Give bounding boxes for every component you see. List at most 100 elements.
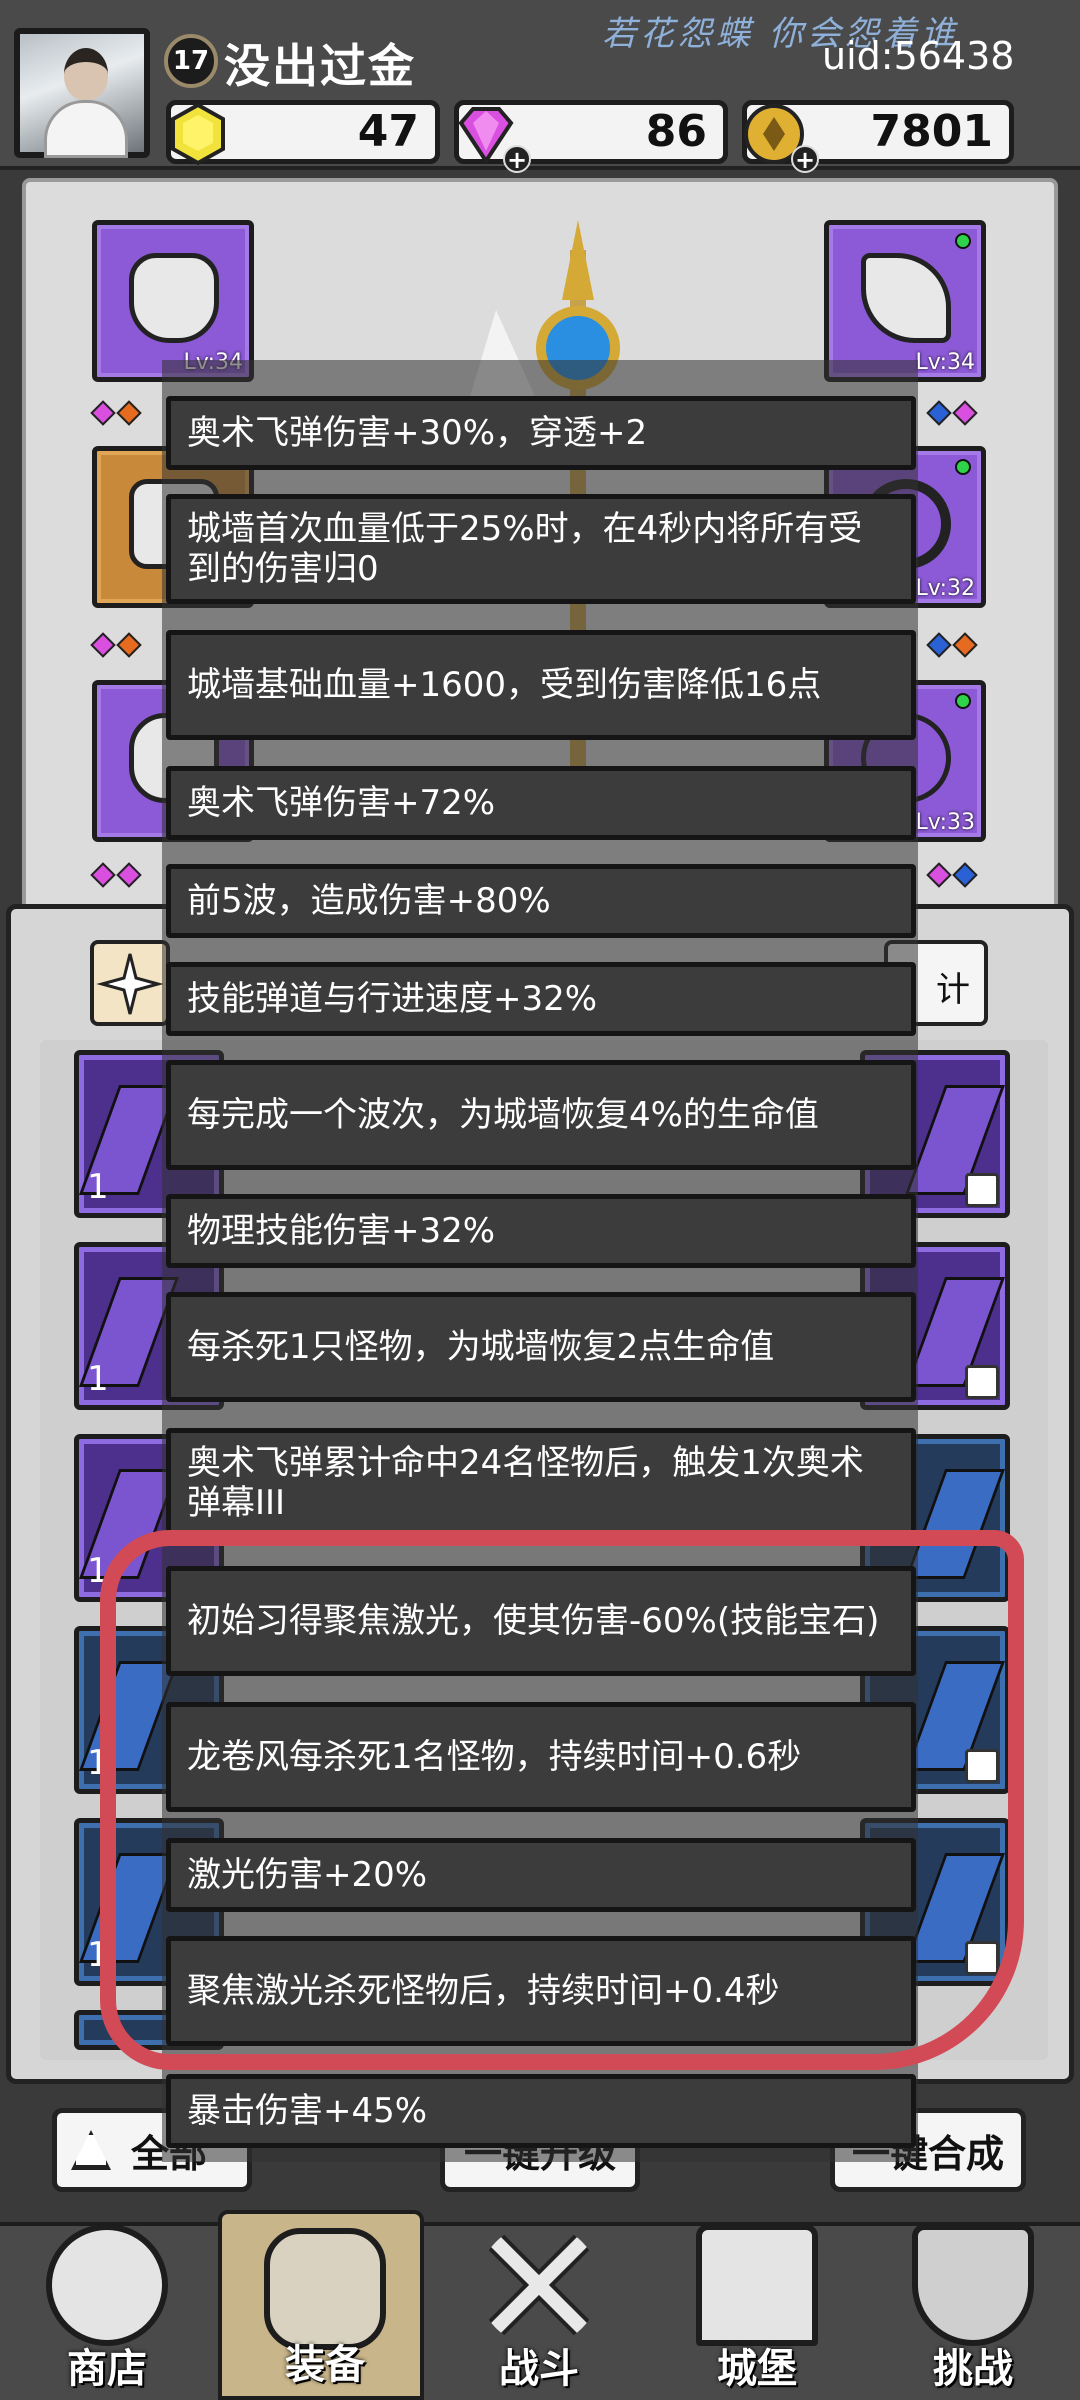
- nav-equipment[interactable]: 装备: [218, 2210, 424, 2400]
- effect-text: 每完成一个波次，为城墙恢复4%的生命值: [187, 1095, 819, 1135]
- inventory-stats-tab-label: 计: [936, 970, 970, 1010]
- weapon-gems: [926, 400, 978, 426]
- gem-icon: [952, 632, 978, 658]
- shop-icon: [46, 2224, 168, 2346]
- effect-row: 暴击伤害+45%: [166, 2074, 916, 2148]
- effect-text: 激光伤害+20%: [187, 1855, 428, 1895]
- boots-type-icon: [965, 1173, 999, 1207]
- item-count: 1: [87, 1167, 109, 1207]
- nav-battle-label: 战斗: [499, 2346, 579, 2392]
- castle-icon: [696, 2224, 818, 2346]
- diamond-counter: + 86: [454, 100, 728, 173]
- gold-nugget-icon: [171, 102, 225, 166]
- ring-gems: [926, 632, 978, 658]
- nav-shop-label: 商店: [67, 2346, 147, 2392]
- effect-row: 初始习得聚焦激光，使其伤害-60%(技能宝石): [166, 1566, 916, 1676]
- effect-row: 激光伤害+20%: [166, 1838, 916, 1912]
- effect-row: 物理技能伤害+32%: [166, 1194, 916, 1268]
- equip-slot-level: Lv:34: [915, 350, 975, 375]
- add-coin-button[interactable]: +: [791, 145, 819, 173]
- effect-text: 城墙基础血量+1600，受到伤害降低16点: [187, 665, 822, 705]
- gem-icon: [116, 632, 142, 658]
- gem-icon: [926, 862, 952, 888]
- effect-text: 奥术飞弹伤害+72%: [187, 783, 496, 823]
- gem-icon: [116, 862, 142, 888]
- nav-castle[interactable]: 城堡: [654, 2210, 860, 2400]
- upgrade-available-dot: [955, 233, 971, 249]
- gem-icon: [952, 862, 978, 888]
- effect-row: 技能弹道与行进速度+32%: [166, 962, 916, 1036]
- effect-text: 暴击伤害+45%: [187, 2091, 428, 2131]
- nav-shop[interactable]: 商店: [4, 2210, 210, 2400]
- effect-text: 聚焦激光杀死怪物后，持续时间+0.4秒: [187, 1971, 780, 2011]
- effect-row: 城墙基础血量+1600，受到伤害降低16点: [166, 630, 916, 740]
- effect-row: 奥术飞弹伤害+30%，穿透+2: [166, 396, 916, 470]
- gem-icon: [90, 400, 116, 426]
- effect-text: 前5波，造成伤害+80%: [187, 881, 551, 921]
- effect-text: 每杀死1只怪物，为城墙恢复2点生命值: [187, 1327, 775, 1367]
- effect-text: 城墙首次血量低于25%时，在4秒内将所有受到的伤害归0: [187, 509, 863, 589]
- avatar-body: [44, 100, 128, 158]
- nav-challenge-label: 挑战: [933, 2346, 1013, 2392]
- effect-row: 前5波，造成伤害+80%: [166, 864, 916, 938]
- triangle-up-icon: [71, 2130, 111, 2170]
- equip-slot-level: Lv:32: [915, 576, 975, 601]
- helmet-icon: [129, 253, 219, 343]
- gem-icon: [90, 862, 116, 888]
- gem-icon: [926, 400, 952, 426]
- effect-text: 初始习得聚焦激光，使其伤害-60%(技能宝石): [187, 1601, 880, 1641]
- necklace-gems: [926, 862, 978, 888]
- upgrade-available-dot: [955, 693, 971, 709]
- item-count: 1: [87, 1359, 109, 1399]
- upgrade-available-dot: [955, 459, 971, 475]
- effect-row: 聚焦激光杀死怪物后，持续时间+0.4秒: [166, 1936, 916, 2046]
- inventory-filter-tab[interactable]: [90, 940, 170, 1026]
- gem-icon: [952, 400, 978, 426]
- avatar-head: [64, 48, 108, 100]
- equip-slot-level: Lv:33: [915, 810, 975, 835]
- player-uid: uid:56438: [822, 34, 1015, 78]
- effect-row: 奥术飞弹累计命中24名怪物后，触发1次奥术弹幕III: [166, 1428, 916, 1538]
- crossed-swords-icon: [484, 2230, 594, 2340]
- boots-gems: [90, 862, 142, 888]
- coin-value: 7801: [870, 106, 993, 157]
- nav-challenge[interactable]: 挑战: [870, 2210, 1076, 2400]
- helmet-type-icon: [965, 1941, 999, 1975]
- coin-counter: + 7801: [742, 100, 1014, 173]
- diamond-value: 86: [645, 106, 707, 157]
- equip-slot-weapon[interactable]: Lv:34: [824, 220, 986, 382]
- nav-equipment-label: 装备: [285, 2342, 365, 2388]
- effect-text: 奥术飞弹累计命中24名怪物后，触发1次奥术弹幕III: [187, 1443, 864, 1523]
- item-count: 1: [87, 1935, 109, 1975]
- effect-text: 技能弹道与行进速度+32%: [187, 979, 598, 1019]
- nav-battle[interactable]: 战斗: [436, 2210, 642, 2400]
- effect-text: 龙卷风每杀死1名怪物，持续时间+0.6秒: [187, 1737, 802, 1777]
- equip-slot-helmet[interactable]: Lv:34: [92, 220, 254, 382]
- player-name: 没出过金: [224, 39, 416, 93]
- effect-text: 奥术飞弹伤害+30%，穿透+2: [187, 413, 648, 453]
- item-count: 1: [87, 1551, 109, 1591]
- crystal-icon: [904, 1469, 1006, 1579]
- effect-row: 城墙首次血量低于25%时，在4秒内将所有受到的伤害归0: [166, 494, 916, 604]
- player-avatar[interactable]: [14, 28, 150, 158]
- add-diamond-button[interactable]: +: [503, 145, 531, 173]
- staff-spike: [562, 220, 594, 300]
- gold-nugget-value: 47: [357, 106, 419, 157]
- effect-row: 龙卷风每杀死1名怪物，持续时间+0.6秒: [166, 1702, 916, 1812]
- effect-row: 奥术飞弹伤害+72%: [166, 766, 916, 840]
- sparkle-icon: [96, 953, 164, 1015]
- weapon-icon: [861, 253, 951, 343]
- weapon-type-icon: [965, 1365, 999, 1399]
- top-bar: 17 没出过金 若花怨蝶 你会怨着谁 uid:56438 47 + 86 + 7…: [0, 0, 1080, 173]
- gem-icon: [926, 632, 952, 658]
- helmet-gems: [90, 400, 142, 426]
- effect-row: 每完成一个波次，为城墙恢复4%的生命值: [166, 1060, 916, 1170]
- player-level-badge: 17: [164, 34, 218, 88]
- gold-nugget-counter: 47: [166, 100, 440, 166]
- gem-icon: [116, 400, 142, 426]
- item-count: 1: [87, 1743, 109, 1783]
- armor-gems: [90, 632, 142, 658]
- effect-text: 物理技能伤害+32%: [187, 1211, 496, 1251]
- gem-icon: [90, 632, 116, 658]
- shield-icon: [912, 2224, 1034, 2346]
